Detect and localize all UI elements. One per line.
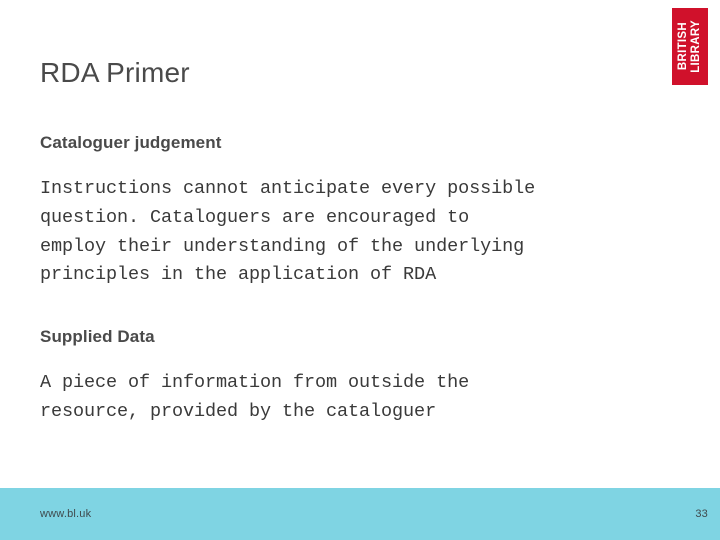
footer-page-number: 33 <box>695 508 708 520</box>
slide-canvas: BRITISH LIBRARY RDA Primer Cataloguer ju… <box>0 0 720 540</box>
slide-content: Cataloguer judgement Instructions cannot… <box>40 132 700 427</box>
logo-text-group: BRITISH LIBRARY <box>672 8 708 85</box>
british-library-logo: BRITISH LIBRARY <box>672 8 708 85</box>
footer-url: www.bl.uk <box>40 508 92 520</box>
section-heading-cataloguer-judgement: Cataloguer judgement <box>40 133 222 152</box>
section-body-cataloguer-judgement: Instructions cannot anticipate every pos… <box>40 178 536 286</box>
section-body-supplied-data: A piece of information from outside the … <box>40 372 470 422</box>
logo-word-library: LIBRARY <box>689 20 702 73</box>
logo-word-british: BRITISH <box>677 22 689 71</box>
page-title: RDA Primer <box>40 57 190 88</box>
section-heading-supplied-data: Supplied Data <box>40 326 155 346</box>
footer-bar: www.bl.uk 33 <box>0 488 720 540</box>
